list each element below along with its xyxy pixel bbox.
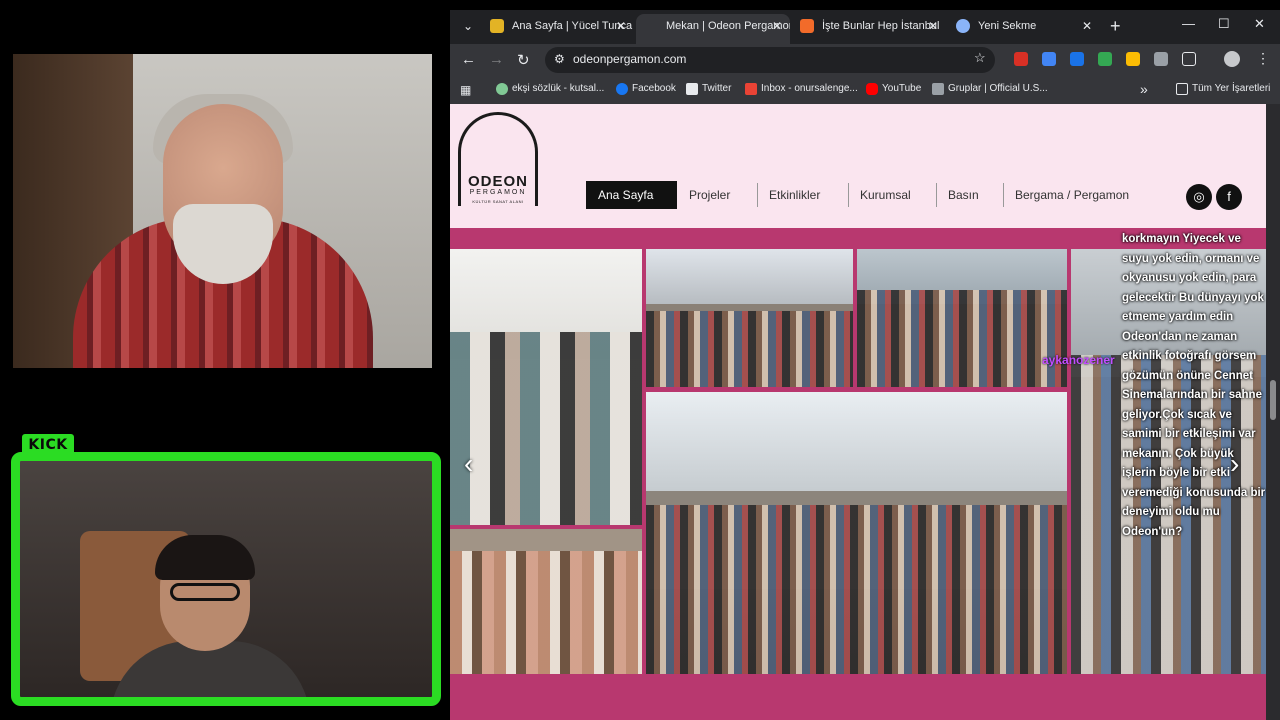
bookmark-youtube[interactable]: YouTube xyxy=(866,83,921,95)
bookmark-star-icon[interactable]: ☆ xyxy=(974,50,986,66)
tab-bar: ⌄ Ana Sayfa | Yücel Tunca ✕ Mekan | Odeo… xyxy=(450,10,1280,44)
more-bookmarks-icon[interactable]: » xyxy=(1140,81,1148,97)
url-text[interactable]: odeonpergamon.com xyxy=(573,52,686,66)
extension-icon[interactable] xyxy=(1098,52,1112,66)
bookmark-gruplar[interactable]: Gruplar | Official U.S... xyxy=(932,83,1048,95)
gallery-photo[interactable] xyxy=(646,392,1067,674)
gallery-prev-icon[interactable]: ‹ xyxy=(464,448,473,480)
forward-icon[interactable]: → xyxy=(489,51,504,68)
close-tab-icon[interactable]: ✕ xyxy=(616,14,626,38)
site-info-icon[interactable]: ⚙ xyxy=(554,52,565,66)
nav-projeler[interactable]: Projeler xyxy=(689,181,730,209)
close-tab-icon[interactable]: ✕ xyxy=(772,14,782,38)
tab-title: Ana Sayfa | Yücel Tunca xyxy=(512,20,633,32)
reload-icon[interactable]: ↻ xyxy=(517,51,530,69)
link-icon xyxy=(932,83,944,95)
new-tab-button[interactable]: + xyxy=(1110,16,1121,37)
youtube-icon xyxy=(866,83,878,95)
nav-etkinlikler[interactable]: Etkinlikler xyxy=(769,181,820,209)
close-tab-icon[interactable]: ✕ xyxy=(1082,14,1092,38)
tab-favicon-icon xyxy=(490,19,504,33)
address-bar[interactable]: ⚙ odeonpergamon.com xyxy=(545,47,995,73)
close-window-icon[interactable]: ✕ xyxy=(1254,16,1265,32)
streamer-webcam xyxy=(13,54,432,368)
bookmark-inbox[interactable]: Inbox - onursalenge... xyxy=(745,83,858,95)
gmail-icon xyxy=(745,83,757,95)
facebook-icon[interactable]: f xyxy=(1216,184,1242,210)
bookmark-twitter[interactable]: Twitter xyxy=(686,83,731,95)
nav-basin[interactable]: Basın xyxy=(948,181,979,209)
eksi-icon xyxy=(496,83,508,95)
tab-yeni-sekme[interactable]: Yeni Sekme ✕ xyxy=(948,14,1100,44)
tab-mekan[interactable]: Mekan | Odeon Pergamon ✕ xyxy=(636,14,790,44)
extension-icon[interactable] xyxy=(1070,52,1084,66)
tab-iste-bunlar[interactable]: İşte Bunlar Hep İstanbul ✕ xyxy=(792,14,946,44)
bookmark-facebook[interactable]: Facebook xyxy=(616,83,676,95)
guest-webcam xyxy=(11,452,441,706)
apps-grid-icon[interactable]: ▦ xyxy=(460,83,471,97)
instagram-icon[interactable]: ◎ xyxy=(1186,184,1212,210)
tab-ana-sayfa[interactable]: Ana Sayfa | Yücel Tunca ✕ xyxy=(482,14,634,44)
chrome-icon xyxy=(956,19,970,33)
gallery-photo[interactable] xyxy=(646,249,853,387)
tab-title: İşte Bunlar Hep İstanbul xyxy=(822,20,940,32)
chat-message-overlay: korkmayın Yiyecek ve suyu yok edin, orma… xyxy=(1122,233,1266,538)
gallery-photo[interactable] xyxy=(857,249,1067,387)
gallery-photo[interactable] xyxy=(450,529,642,674)
profile-avatar[interactable] xyxy=(1224,51,1240,67)
guest-person xyxy=(110,535,310,697)
maximize-icon[interactable]: ☐ xyxy=(1218,16,1230,32)
bookmark-eksi[interactable]: ekşi sözlük - kutsal... xyxy=(496,83,604,95)
close-tab-icon[interactable]: ✕ xyxy=(928,14,938,38)
nav-kurumsal[interactable]: Kurumsal xyxy=(860,181,911,209)
minimize-icon[interactable]: — xyxy=(1182,16,1195,31)
folder-icon xyxy=(1176,83,1188,95)
tab-favicon-icon xyxy=(800,19,814,33)
nav-ana-sayfa[interactable]: Ana Sayfa xyxy=(586,181,677,209)
nav-bergama[interactable]: Bergama / Pergamon xyxy=(1015,181,1129,209)
tab-search-icon[interactable]: ⌄ xyxy=(458,16,478,36)
page-scrollbar[interactable] xyxy=(1266,104,1280,720)
odeon-logo[interactable]: ODEON PERGAMON KÜLTÜR SANAT ALANI xyxy=(458,112,538,206)
bookmarks-bar: ▦ ekşi sözlük - kutsal... Facebook Twitt… xyxy=(450,76,1280,104)
facebook-icon xyxy=(616,83,628,95)
browser-toolbar: ← → ↻ ⚙ odeonpergamon.com ☆ ⋮ xyxy=(450,44,1280,76)
back-icon[interactable]: ← xyxy=(461,51,476,68)
gallery-photo[interactable] xyxy=(450,249,642,525)
browser-window: ⌄ Ana Sayfa | Yücel Tunca ✕ Mekan | Odeo… xyxy=(450,10,1280,720)
tab-title: Yeni Sekme xyxy=(978,20,1037,32)
extensions-puzzle-icon[interactable] xyxy=(1182,52,1196,66)
translate-extension-icon[interactable] xyxy=(1042,52,1056,66)
all-bookmarks-folder[interactable]: Tüm Yer İşaretleri xyxy=(1176,83,1270,95)
extension-icon[interactable] xyxy=(1014,52,1028,66)
web-page: ODEON PERGAMON KÜLTÜR SANAT ALANI Ana Sa… xyxy=(450,104,1266,720)
site-header: ODEON PERGAMON KÜLTÜR SANAT ALANI Ana Sa… xyxy=(450,104,1266,228)
extension-icon[interactable] xyxy=(1154,52,1168,66)
extension-icon[interactable] xyxy=(1126,52,1140,66)
streamer-person xyxy=(73,94,373,368)
scrollbar-thumb[interactable] xyxy=(1270,380,1276,420)
x-icon xyxy=(686,83,698,95)
menu-kebab-icon[interactable]: ⋮ xyxy=(1256,50,1270,67)
chat-username: aykanozener xyxy=(1042,353,1115,367)
